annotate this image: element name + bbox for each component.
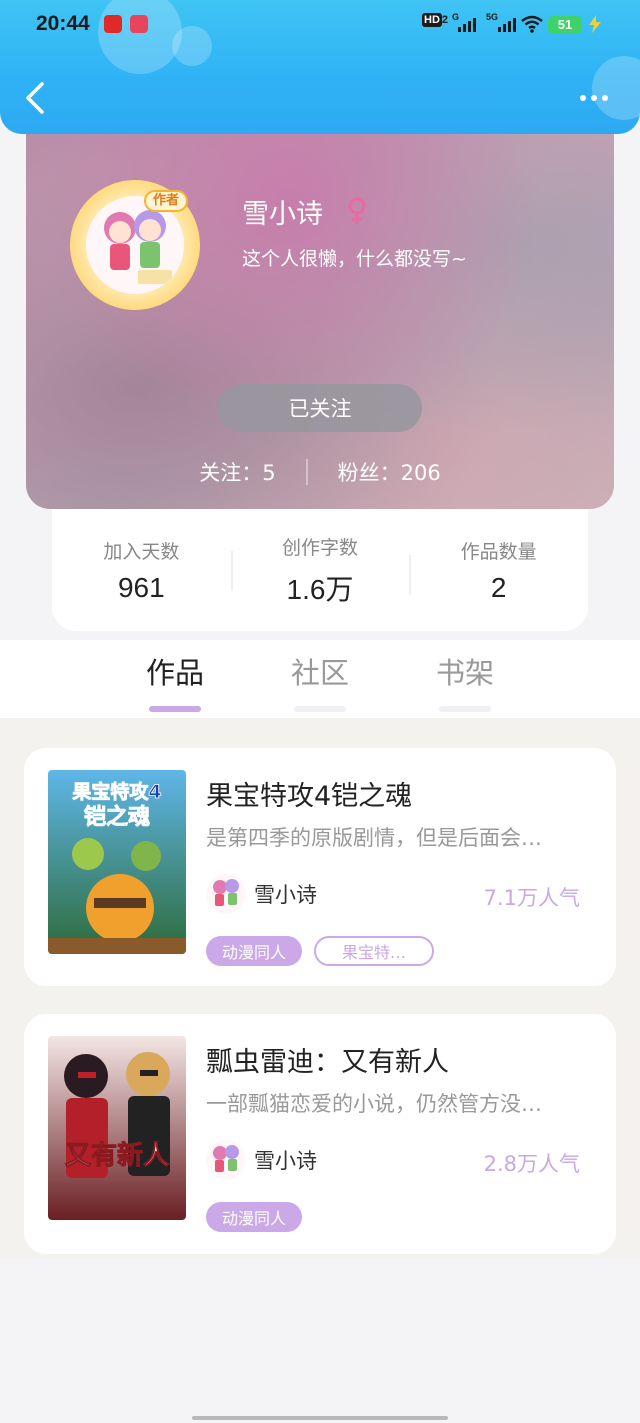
- tab-label: 作品: [145, 656, 204, 690]
- tab-label: 社区: [290, 656, 349, 690]
- stat-value: 961: [117, 571, 165, 603]
- top-header: 20:44 HD 2 G 5G 51: [0, 0, 640, 134]
- stat-word-count: 创作字数 1.6万: [230, 533, 410, 608]
- book-cover[interactable]: 果宝特攻4 铠之魂: [48, 770, 186, 954]
- tab-label: 书架: [435, 656, 494, 690]
- author-avatar: [206, 874, 246, 914]
- tag-category[interactable]: 动漫同人: [206, 1202, 303, 1232]
- stat-label: 作品数量: [460, 540, 537, 563]
- signal-5g-icon: 5G: [486, 12, 516, 34]
- book-author[interactable]: 雪小诗: [206, 874, 317, 914]
- tab-community[interactable]: 社区: [270, 650, 370, 712]
- author-stats: 加入天数 961 创作字数 1.6万 作品数量 2: [52, 509, 588, 631]
- signal-icon: G: [452, 12, 476, 34]
- tag-list: 动漫同人: [206, 1202, 303, 1232]
- wifi-icon: [521, 15, 543, 33]
- author-avatar: [206, 1140, 246, 1180]
- follow-counts: 关注：5 粉丝：206: [26, 452, 614, 492]
- netease-music-icon: [104, 15, 122, 33]
- profile-tabs: 作品 社区 书架: [0, 640, 640, 718]
- book-author[interactable]: 雪小诗: [206, 1140, 317, 1180]
- book-cover-image: 果宝特攻4 铠之魂: [48, 770, 186, 954]
- tab-indicator: [149, 706, 201, 712]
- tag-category[interactable]: 动漫同人: [206, 936, 303, 966]
- tab-works[interactable]: 作品: [125, 650, 225, 712]
- following-count[interactable]: 关注：5: [199, 457, 275, 487]
- book-cover-image: 又有新人: [48, 1036, 186, 1220]
- popularity-count: 2.8万人气: [483, 1152, 580, 1176]
- battery-icon: 51: [548, 16, 582, 34]
- work-card[interactable]: 又有新人 瓢虫雷迪：又有新人 一部瓢猫恋爱的小说，仍然管方没… 雪小诗 2.8万…: [24, 1014, 616, 1254]
- tab-indicator: [439, 706, 491, 712]
- charging-icon: [589, 15, 601, 33]
- svg-text:又有新人: 又有新人: [65, 1140, 169, 1171]
- popularity-count: 7.1万人气: [483, 886, 580, 910]
- more-dots-icon: [580, 95, 586, 101]
- tab-indicator: [294, 706, 346, 712]
- works-list: 果宝特攻4 铠之魂 果宝特攻4铠之魂 是第四季的原版剧情，但是后面会… 雪小诗 …: [0, 718, 640, 1258]
- book-title[interactable]: 果宝特攻4铠之魂: [206, 774, 412, 813]
- svg-text:果宝特攻4: 果宝特攻4: [71, 780, 161, 803]
- svg-text:铠之魂: 铠之魂: [84, 804, 150, 830]
- stat-value: 2: [490, 571, 507, 603]
- stat-label: 加入天数: [103, 540, 180, 563]
- more-options-button[interactable]: [574, 86, 614, 110]
- back-button[interactable]: [22, 80, 50, 116]
- stat-value: 1.6万: [286, 573, 354, 605]
- hd-icon: HD 2: [422, 13, 449, 27]
- chevron-left-icon: [26, 82, 44, 114]
- divider: [305, 459, 308, 485]
- profile-card: 作者 雪小诗 这个人很懒，什么都没写~ 已关注 关注：5 粉丝：206: [26, 100, 614, 509]
- username: 雪小诗: [242, 199, 323, 230]
- book-cover[interactable]: 又有新人: [48, 1036, 186, 1220]
- status-bar: 20:44 HD 2 G 5G 51: [0, 0, 640, 50]
- tab-bookshelf[interactable]: 书架: [415, 650, 515, 712]
- female-gender-icon: [348, 197, 366, 224]
- user-bio: 这个人很懒，什么都没写~: [242, 248, 467, 270]
- tag-list: 动漫同人 果宝特…: [206, 936, 435, 966]
- follow-button[interactable]: 已关注: [218, 384, 422, 432]
- book-description: 是第四季的原版剧情，但是后面会…: [206, 826, 542, 850]
- book-description: 一部瓢猫恋爱的小说，仍然管方没…: [206, 1092, 542, 1116]
- fans-count[interactable]: 粉丝：206: [338, 457, 441, 487]
- author-name: 雪小诗: [254, 1149, 317, 1173]
- home-indicator[interactable]: [192, 1416, 448, 1420]
- status-time: 20:44: [36, 12, 90, 35]
- author-name: 雪小诗: [254, 883, 317, 907]
- stat-label: 创作字数: [282, 536, 359, 559]
- stat-works-count: 作品数量 2: [409, 537, 588, 604]
- app-notification-icon: [130, 15, 148, 33]
- book-title[interactable]: 瓢虫雷迪：又有新人: [206, 1040, 449, 1079]
- stat-join-days: 加入天数 961: [52, 537, 231, 604]
- author-badge: 作者: [144, 190, 188, 212]
- work-card[interactable]: 果宝特攻4 铠之魂 果宝特攻4铠之魂 是第四季的原版剧情，但是后面会… 雪小诗 …: [24, 748, 616, 986]
- tag-topic[interactable]: 果宝特…: [314, 936, 435, 966]
